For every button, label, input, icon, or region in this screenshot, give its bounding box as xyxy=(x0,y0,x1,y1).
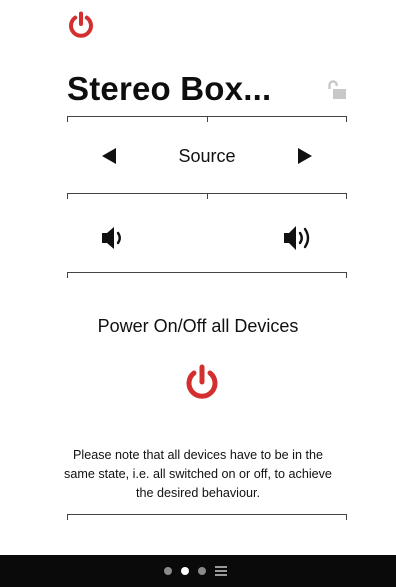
section-divider xyxy=(67,116,347,124)
source-previous-button[interactable] xyxy=(94,142,124,170)
volume-down-button[interactable] xyxy=(100,223,128,253)
page-dot-1[interactable] xyxy=(164,567,172,575)
section-divider xyxy=(67,514,347,522)
device-header: Stereo Box... xyxy=(67,68,351,114)
unlocked-padlock-icon xyxy=(328,80,346,99)
section-divider xyxy=(67,193,347,201)
power-all-button[interactable] xyxy=(181,362,223,404)
volume-up-button[interactable] xyxy=(282,223,318,253)
power-icon xyxy=(69,11,93,38)
remote-screen: Stereo Box... Source Power On/Off all De… xyxy=(0,0,396,587)
volume-down-icon xyxy=(102,227,121,249)
bottom-navigation-bar xyxy=(0,555,396,587)
page-dot-3[interactable] xyxy=(198,567,206,575)
lock-button[interactable] xyxy=(325,80,349,102)
device-title: Stereo Box... xyxy=(67,70,272,107)
volume-up-icon xyxy=(284,226,310,250)
page-dot-2-current[interactable] xyxy=(181,567,189,575)
hamburger-menu-icon[interactable] xyxy=(215,566,227,576)
volume-controls xyxy=(67,220,347,256)
power-note: Please note that all devices have to be … xyxy=(64,448,332,500)
source-selector: Source xyxy=(67,138,347,174)
page-indicator xyxy=(164,566,227,576)
power-all-label: Power On/Off all Devices xyxy=(97,316,299,336)
triangle-left-icon xyxy=(102,148,116,164)
source-next-button[interactable] xyxy=(290,142,320,170)
power-icon xyxy=(186,364,218,399)
triangle-right-icon xyxy=(298,148,312,164)
power-button[interactable] xyxy=(64,9,98,41)
section-divider xyxy=(67,272,347,280)
